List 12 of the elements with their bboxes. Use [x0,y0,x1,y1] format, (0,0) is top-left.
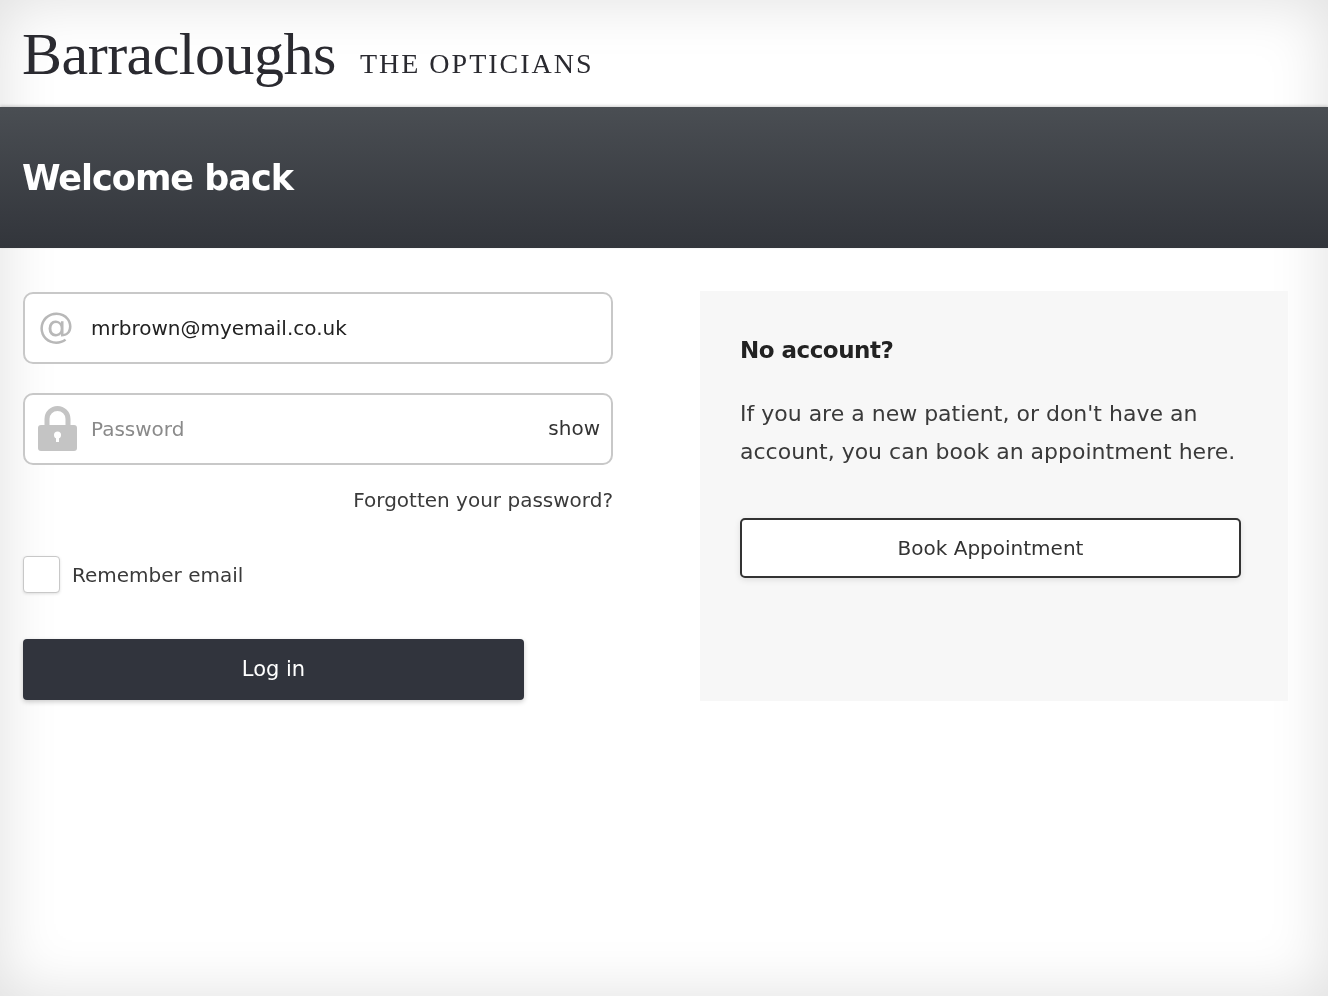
page-title: Welcome back [22,156,293,200]
remember-checkbox[interactable] [23,556,60,593]
padlock-icon [38,406,77,451]
show-password-toggle[interactable]: show [548,415,600,441]
remember-email-label: Remember email [72,561,244,589]
panel-heading: No account? [740,336,895,365]
brand-tagline: THE OPTICIANS [359,50,594,78]
login-button[interactable]: Log in [23,639,524,700]
at-sign-icon: @ [38,306,74,346]
forgot-password-link[interactable]: Forgotten your password? [353,486,613,514]
book-appointment-button[interactable]: Book Appointment [740,518,1241,578]
panel-description: If you are a new patient, or don't have an account, you can book an appointment here. [740,400,1237,466]
